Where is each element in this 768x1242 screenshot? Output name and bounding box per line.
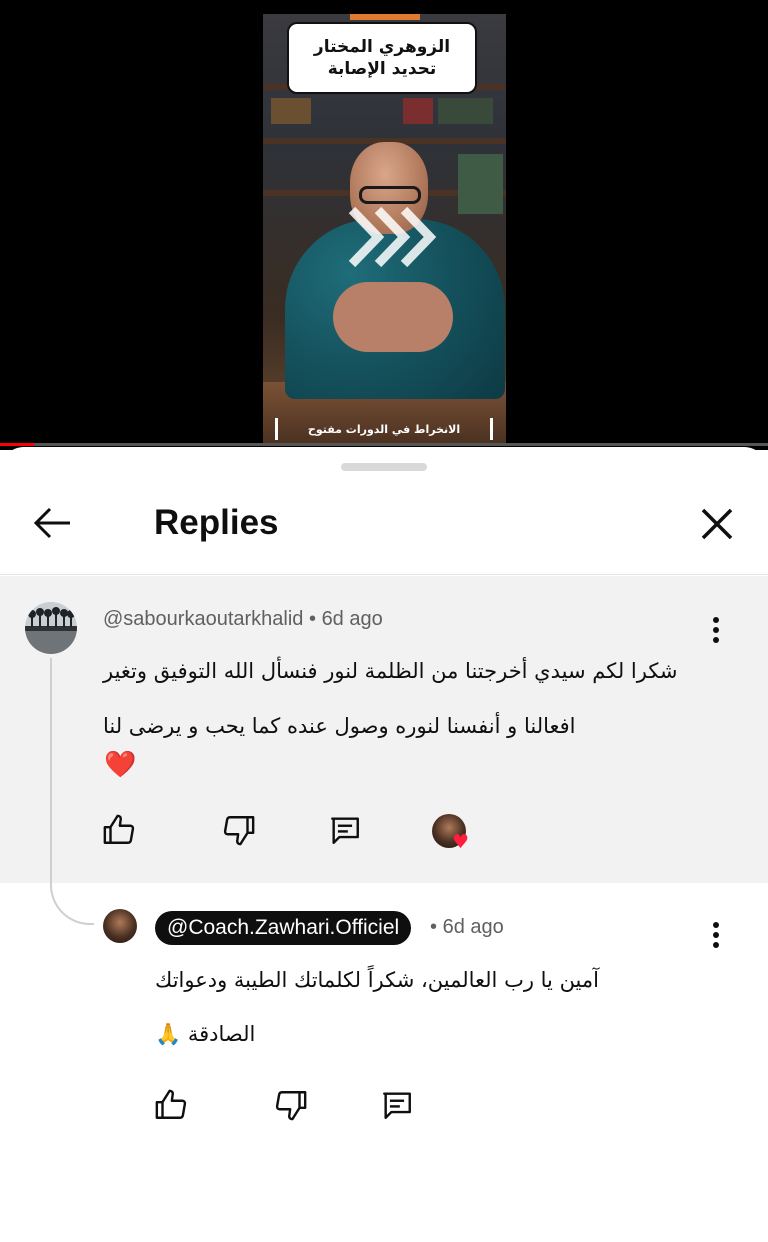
heart-icon: ♥ [452,831,470,853]
reply-time: 6d ago [442,916,504,938]
comment-text: شكرا لكم سيدي أخرجتنا من الظلمة لنور فنس… [103,659,678,738]
reply-meta: • 6d ago [430,916,504,939]
glasses [359,186,421,204]
dislike-button[interactable] [271,1085,311,1125]
meta-separator: • [308,608,316,630]
comment-author[interactable]: @sabourkaoutarkhalid [103,608,303,630]
chevrons-right-icon [348,206,437,268]
books [271,98,311,124]
creator-author-badge[interactable]: @Coach.Zawhari.Officiel [155,911,412,945]
header-divider [0,574,768,575]
books [458,154,503,214]
progress-bar[interactable] [0,443,768,446]
like-button[interactable] [151,1085,191,1125]
video-title-card: الزوهري المختار تحديد الإصابة [287,22,477,94]
thumbs-up-icon [103,814,135,844]
more-vertical-icon [713,617,719,643]
drag-handle[interactable] [341,463,427,471]
progress-bar-fill [0,443,34,446]
books [403,98,433,124]
video-caption: الانخراط في الدورات مفتوح [275,418,493,440]
reply-button[interactable] [377,1085,417,1125]
more-options-button[interactable] [700,612,732,648]
arrow-left-icon [33,507,70,539]
avatar-image [25,602,77,654]
reply-text: آمين يا رب العالمين، شكراً لكلماتك الطيب… [155,968,599,1046]
heart-emoji: ❤️ [104,750,137,780]
avatar[interactable] [25,602,77,654]
title-card-tab [350,14,420,20]
comment-meta: @sabourkaoutarkhalid • 6d ago [103,608,383,631]
more-vertical-icon [713,922,719,948]
comment-icon [331,817,359,844]
parent-comment: @sabourkaoutarkhalid • 6d ago شكرا لكم س… [0,576,768,883]
video-player[interactable]: الزوهري المختار تحديد الإصابة الانخراط ف… [0,0,768,450]
thumbs-up-icon [155,1089,187,1119]
meta-separator: • [430,916,438,938]
reply-avatar[interactable] [103,909,137,943]
thumbs-down-icon [223,816,255,846]
reply-button[interactable] [325,810,365,850]
more-options-button[interactable] [700,917,732,953]
back-button[interactable] [28,501,76,545]
close-button[interactable] [694,501,740,547]
like-button[interactable] [99,810,139,850]
sheet-title: Replies [154,503,279,542]
dislike-button[interactable] [219,810,259,850]
video-title-line2: تحديد الإصابة [327,59,437,79]
creator-heart-badge: ♥ [432,814,472,854]
comment-time: 6d ago [321,608,383,630]
books [438,98,493,124]
comment-icon [383,1092,411,1119]
person-hands [333,282,453,352]
close-icon [701,508,733,540]
replies-sheet: Replies @sabourkaoutarkhalid • 6d ago شك… [0,447,768,1242]
video-title-line1: الزوهري المختار [313,37,451,57]
thread-connector [50,658,94,925]
thumbs-down-icon [275,1091,307,1121]
